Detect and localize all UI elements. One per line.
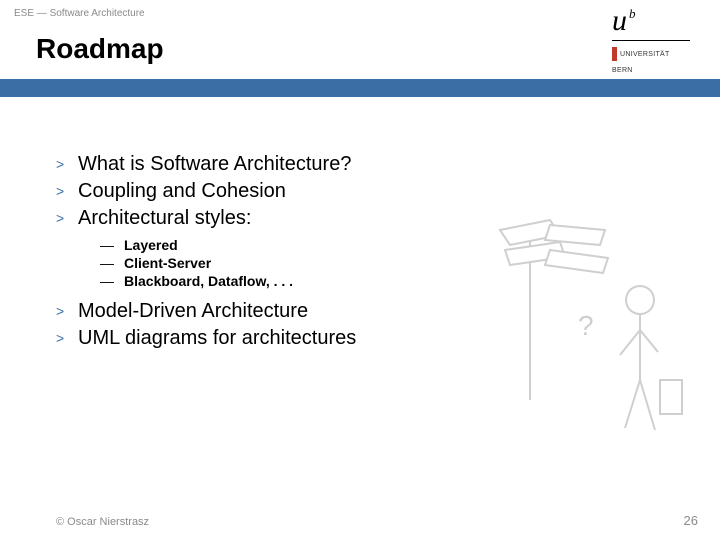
logo-b-letter: b (629, 6, 636, 22)
logo-red-block (612, 47, 617, 61)
logo-divider (612, 40, 690, 41)
university-logo: u b UNIVERSITÄT BERN (612, 6, 702, 74)
logo-u-letter: u (612, 6, 627, 36)
content-area: What is Software Architecture? Coupling … (0, 97, 720, 352)
logo-university-line1: UNIVERSITÄT (612, 47, 702, 61)
list-subitem: Blackboard, Dataflow, . . . (100, 272, 720, 290)
roadmap-sublist: Layered Client-Server Blackboard, Datafl… (100, 236, 720, 290)
copyright-text: © Oscar Nierstrasz (56, 516, 149, 528)
page-number: 26 (684, 513, 698, 528)
list-subitem: Layered (100, 236, 720, 254)
list-subitem: Client-Server (100, 254, 720, 272)
list-item: Coupling and Cohesion (56, 178, 720, 205)
roadmap-list: What is Software Architecture? Coupling … (56, 151, 720, 352)
list-item: UML diagrams for architectures (56, 325, 720, 352)
title-underline-bar (0, 79, 720, 97)
list-item: Architectural styles: Layered Client-Ser… (56, 205, 720, 298)
list-item: Model-Driven Architecture (56, 298, 720, 325)
list-item: What is Software Architecture? (56, 151, 720, 178)
logo-university-line2: BERN (612, 67, 702, 74)
